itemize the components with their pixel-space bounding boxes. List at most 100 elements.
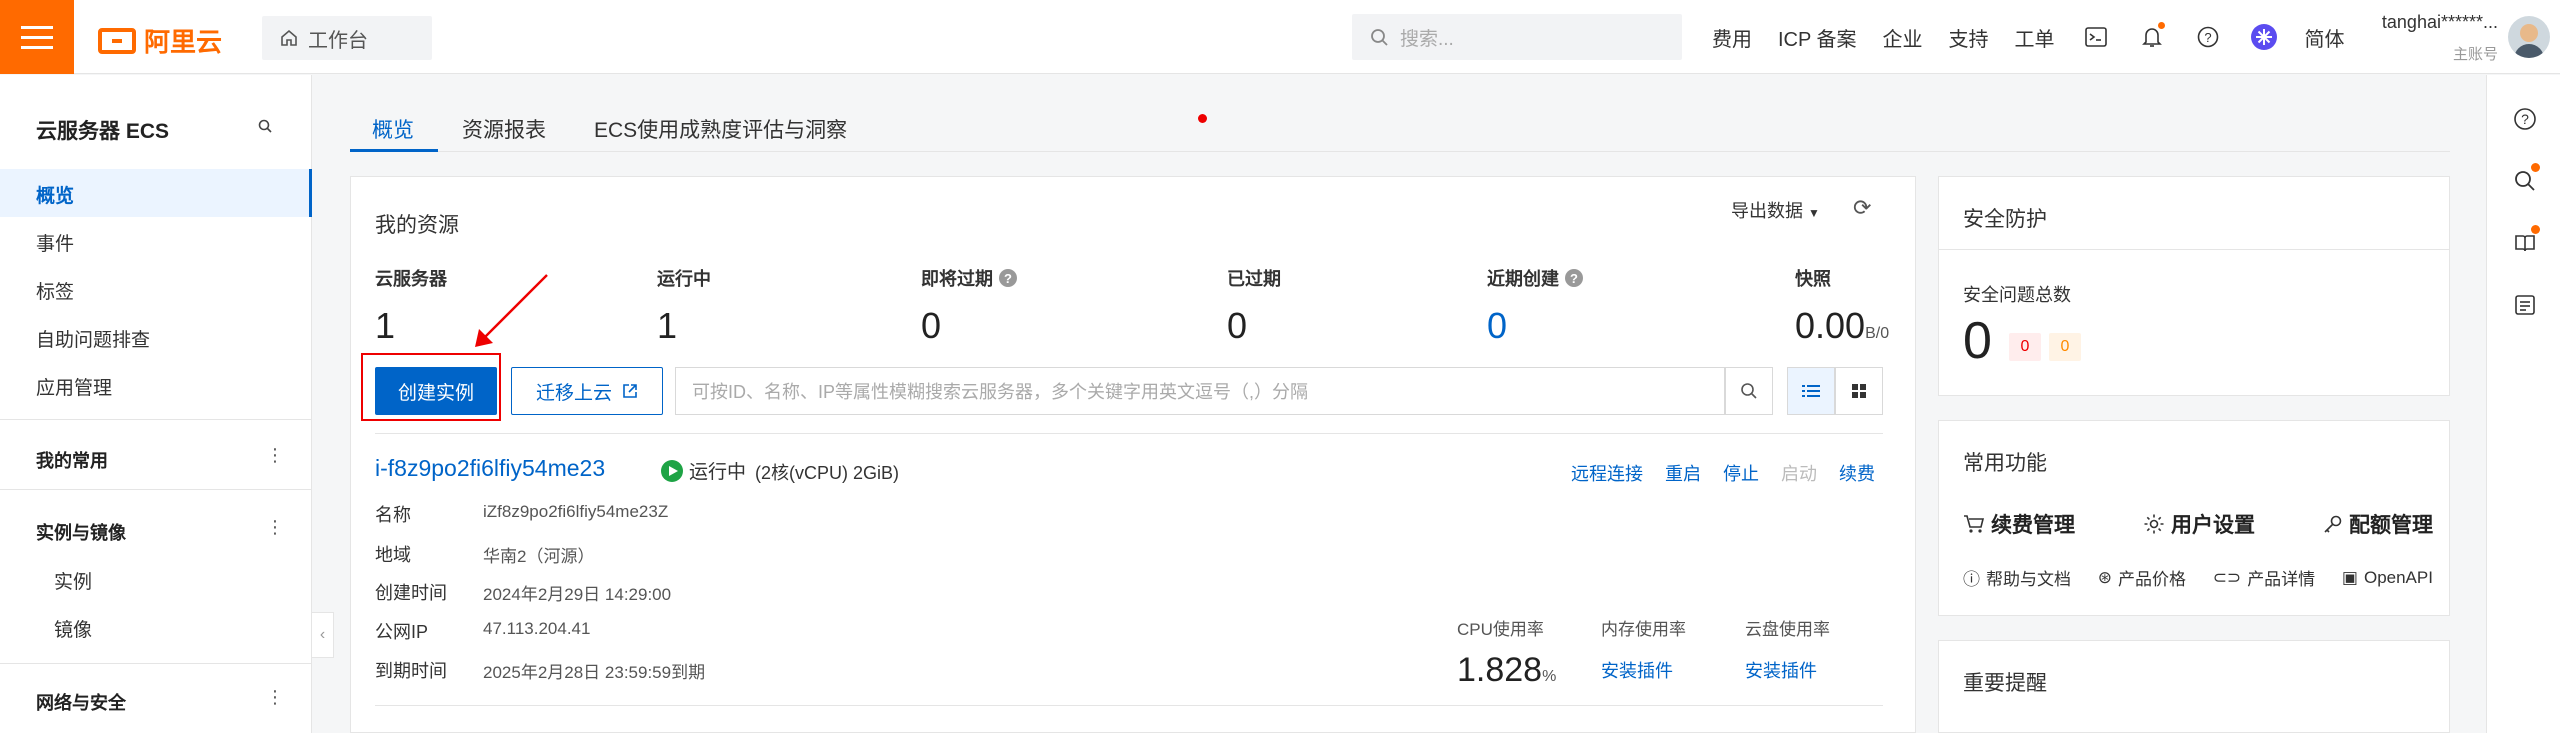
stat-recently-created[interactable]: 近期创建? 0 (1487, 265, 1583, 347)
stat-label: 即将过期 (921, 269, 993, 289)
start-link: 启动 (1781, 464, 1817, 484)
help-docs-link[interactable]: ⓘ 帮助与文档 (1963, 565, 2071, 590)
account-menu[interactable]: tanghai******... 主账号 (2368, 12, 2498, 64)
field-label: 名称 (375, 505, 411, 525)
field-label: 到期时间 (375, 661, 447, 681)
instance-filter-input[interactable]: 可按ID、名称、IP等属性模糊搜索云服务器，多个关键字用英文逗号（,）分隔 (675, 367, 1725, 415)
home-icon (281, 29, 297, 46)
annotation-arrow-icon (475, 274, 548, 347)
nav-fee[interactable]: 费用 (1712, 23, 1752, 52)
ai-assistant-icon[interactable] (2249, 22, 2279, 52)
divider (1939, 249, 2449, 250)
install-plugin-link[interactable]: 安装插件 (1745, 657, 1817, 683)
help-icon[interactable]: ? (2193, 22, 2223, 52)
filter-search-button[interactable] (1725, 367, 1773, 415)
more-icon[interactable]: ⋮ (266, 687, 284, 708)
tab-overview[interactable]: 概览 (372, 114, 414, 144)
list-view-button[interactable] (1787, 367, 1835, 415)
search-placeholder: 搜索... (1400, 28, 1454, 50)
global-search-input[interactable]: 搜索... (1352, 14, 1682, 60)
cart-icon (1964, 515, 1985, 533)
sidebar-collapse-button[interactable]: ‹ (312, 612, 334, 658)
filter-placeholder: 可按ID、名称、IP等属性模糊搜索云服务器，多个关键字用英文逗号（,）分隔 (692, 382, 1309, 402)
sidebar-group-favorites[interactable]: 我的常用 (36, 447, 108, 473)
svg-text:?: ? (2521, 111, 2529, 127)
bell-icon[interactable] (2137, 22, 2167, 52)
sidebar-item-events[interactable]: 事件 (36, 229, 74, 256)
key-icon (2324, 515, 2342, 533)
sidebar-item-images[interactable]: 镜像 (54, 615, 92, 642)
product-pricing-link[interactable]: ⊛ 产品价格 (2098, 565, 2186, 590)
create-instance-button[interactable]: 创建实例 (375, 367, 497, 415)
stat-label: 运行中 (657, 269, 711, 289)
migrate-to-cloud-button[interactable]: 迁移上云 (511, 367, 663, 415)
refresh-icon[interactable]: ⟳ (1853, 195, 1871, 221)
export-data-dropdown[interactable]: 导出数据 ▼ (1731, 197, 1820, 223)
instance-status: 运行中 (661, 457, 746, 484)
sidebar-group-instances[interactable]: 实例与镜像 (36, 519, 126, 545)
notification-dot (2531, 163, 2540, 172)
workbench-button[interactable]: 工作台 (262, 16, 432, 60)
avatar[interactable] (2508, 16, 2550, 58)
cpu-unit: % (1542, 668, 1557, 685)
notification-dot (2157, 22, 2165, 29)
nav-enterprise[interactable]: 企业 (1883, 23, 1923, 52)
sidebar-item-overview[interactable]: 概览 (36, 181, 74, 208)
function-label: 续费管理 (1991, 514, 2075, 537)
more-icon[interactable]: ⋮ (266, 445, 284, 466)
stat-expired[interactable]: 已过期 0 (1227, 265, 1281, 347)
disk-usage-label: 云盘使用率 (1745, 620, 1830, 639)
sidebar-item-tags[interactable]: 标签 (36, 277, 74, 304)
nav-icp[interactable]: ICP 备案 (1778, 23, 1857, 52)
language-switch[interactable]: 简体 (2305, 23, 2345, 52)
stat-unit: B/0 (1865, 325, 1890, 342)
field-value: 47.113.204.41 (483, 619, 591, 638)
tab-maturity-assessment[interactable]: ECS使用成熟度评估与洞察 (594, 114, 847, 144)
sidebar-item-instances[interactable]: 实例 (54, 567, 92, 594)
security-total-label: 安全问题总数 (1963, 285, 2071, 305)
instance-id-link[interactable]: i-f8z9po2fi6lfiy54me23 (375, 455, 605, 482)
username: tanghai******... (2381, 12, 2498, 32)
stat-snapshots[interactable]: 快照 0.00B/0 (1795, 265, 1889, 347)
sidebar-divider (0, 663, 312, 664)
security-total-value[interactable]: 0 (1963, 311, 1992, 371)
high-risk-badge[interactable]: 0 (2009, 333, 2041, 361)
renewal-management-button[interactable]: 续费管理 (1963, 509, 2075, 539)
menu-icon[interactable] (0, 0, 74, 74)
restart-link[interactable]: 重启 (1665, 460, 1701, 486)
aliyun-logo[interactable]: 阿里云 (98, 22, 222, 59)
grid-view-button[interactable] (1835, 367, 1883, 415)
stop-link[interactable]: 停止 (1723, 460, 1759, 486)
stat-value: 0 (1227, 305, 1248, 346)
stat-label: 近期创建 (1487, 269, 1559, 289)
search-icon (1741, 383, 1757, 399)
help-icon[interactable]: ? (999, 269, 1017, 287)
sidebar-group-network[interactable]: 网络与安全 (36, 689, 126, 715)
stat-label: 云服务器 (375, 269, 447, 289)
stat-servers[interactable]: 云服务器 1 (375, 265, 447, 347)
product-details-link[interactable]: ⊂⊃ 产品详情 (2213, 565, 2316, 590)
quota-management-button[interactable]: 配额管理 (2323, 509, 2433, 539)
nav-support[interactable]: 支持 (1949, 23, 1989, 52)
terminal-icon[interactable] (2081, 22, 2111, 52)
checklist-icon[interactable] (2511, 291, 2539, 319)
renew-link[interactable]: 续费 (1839, 460, 1875, 486)
stat-expiring[interactable]: 即将过期? 0 (921, 265, 1017, 347)
openapi-link[interactable]: ▣ OpenAPI (2342, 565, 2433, 590)
stat-value: 1 (657, 305, 678, 346)
help-icon[interactable]: ? (2511, 105, 2539, 133)
medium-risk-badge[interactable]: 0 (2049, 333, 2081, 361)
stat-running[interactable]: 运行中 1 (657, 265, 711, 347)
more-icon[interactable]: ⋮ (266, 517, 284, 538)
remote-connect-link[interactable]: 远程连接 (1571, 460, 1643, 486)
sidebar-search-icon[interactable] (258, 119, 272, 138)
list-icon (1802, 385, 1820, 397)
notification-dot (2531, 225, 2540, 234)
user-settings-button[interactable]: 用户设置 (2143, 509, 2255, 539)
help-icon[interactable]: ? (1565, 269, 1583, 287)
install-plugin-link[interactable]: 安装插件 (1601, 657, 1673, 683)
sidebar-item-app-management[interactable]: 应用管理 (36, 373, 112, 400)
tab-resource-report[interactable]: 资源报表 (462, 114, 546, 144)
nav-ticket[interactable]: 工单 (2015, 23, 2055, 52)
sidebar-item-troubleshoot[interactable]: 自助问题排查 (36, 325, 150, 352)
